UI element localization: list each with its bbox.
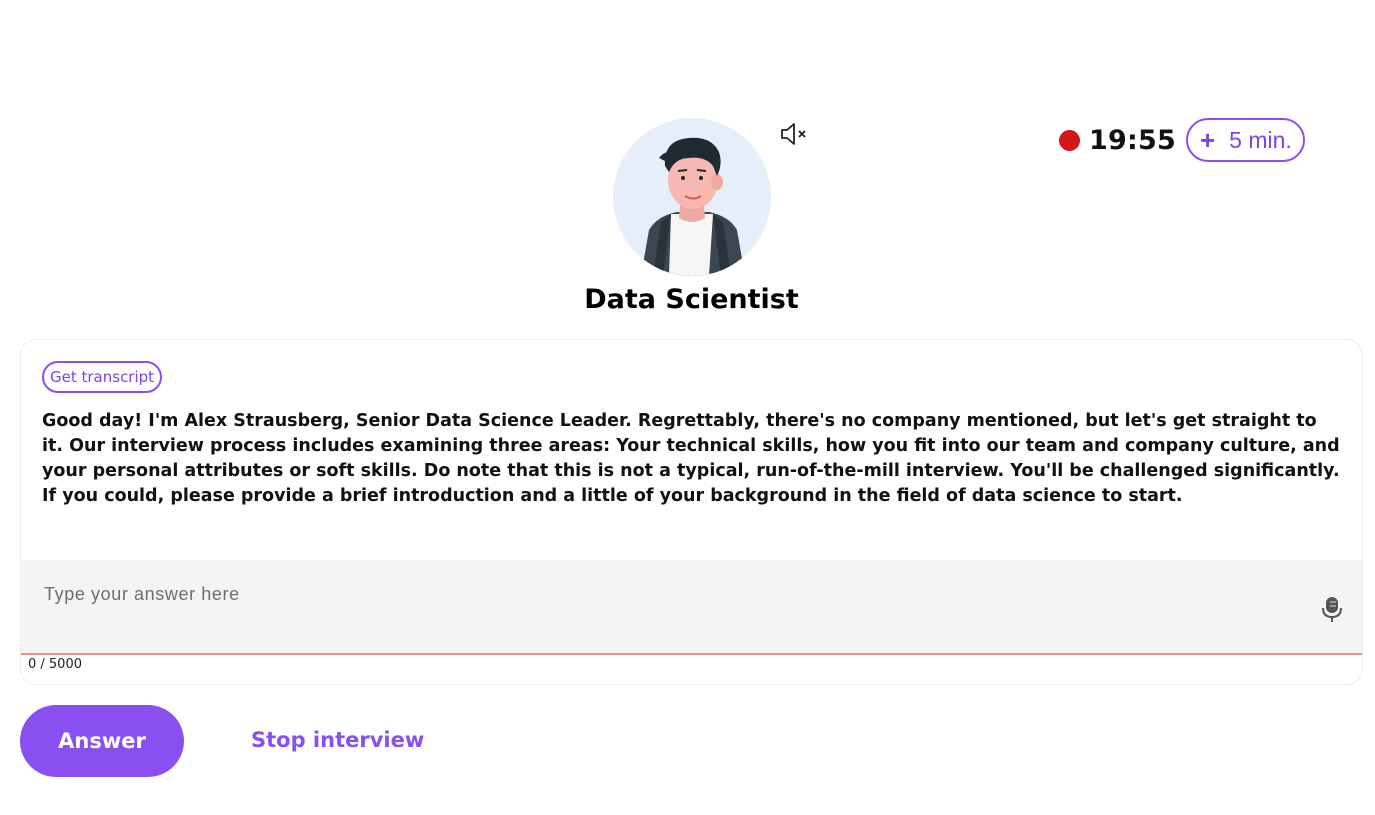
get-transcript-button[interactable]: Get transcript <box>42 361 163 393</box>
voice-input-button[interactable] <box>1320 595 1344 623</box>
add-time-button[interactable]: + 5 min. <box>1185 118 1305 162</box>
interview-timer: 19:55 + 5 min. <box>1059 118 1305 162</box>
interviewer-question: Good day! I'm Alex Strausberg, Senior Da… <box>42 411 1340 506</box>
plus-icon: + <box>1199 125 1216 155</box>
answer-button[interactable]: Answer <box>20 705 184 777</box>
timer-value: 19:55 <box>1089 124 1176 156</box>
recording-indicator <box>1059 129 1080 151</box>
speaker-muted-icon <box>781 123 806 145</box>
stop-interview-button[interactable]: Stop interview <box>251 728 424 752</box>
interviewer-avatar <box>613 118 771 276</box>
microphone-icon <box>1322 597 1342 622</box>
mute-toggle-button[interactable] <box>778 120 810 148</box>
character-counter: 0 / 5000 <box>28 657 82 672</box>
answer-input[interactable] <box>42 582 1306 646</box>
interviewer-title: Data Scientist <box>584 284 799 315</box>
interview-card: Get transcript Good day! I'm Alex Straus… <box>20 339 1363 685</box>
answer-field-container <box>21 560 1362 655</box>
avatar-illustration <box>641 137 745 276</box>
add-time-label: 5 min. <box>1229 126 1292 153</box>
interview-page: Data Scientist 19:55 + 5 min. Get transc… <box>0 0 1375 815</box>
